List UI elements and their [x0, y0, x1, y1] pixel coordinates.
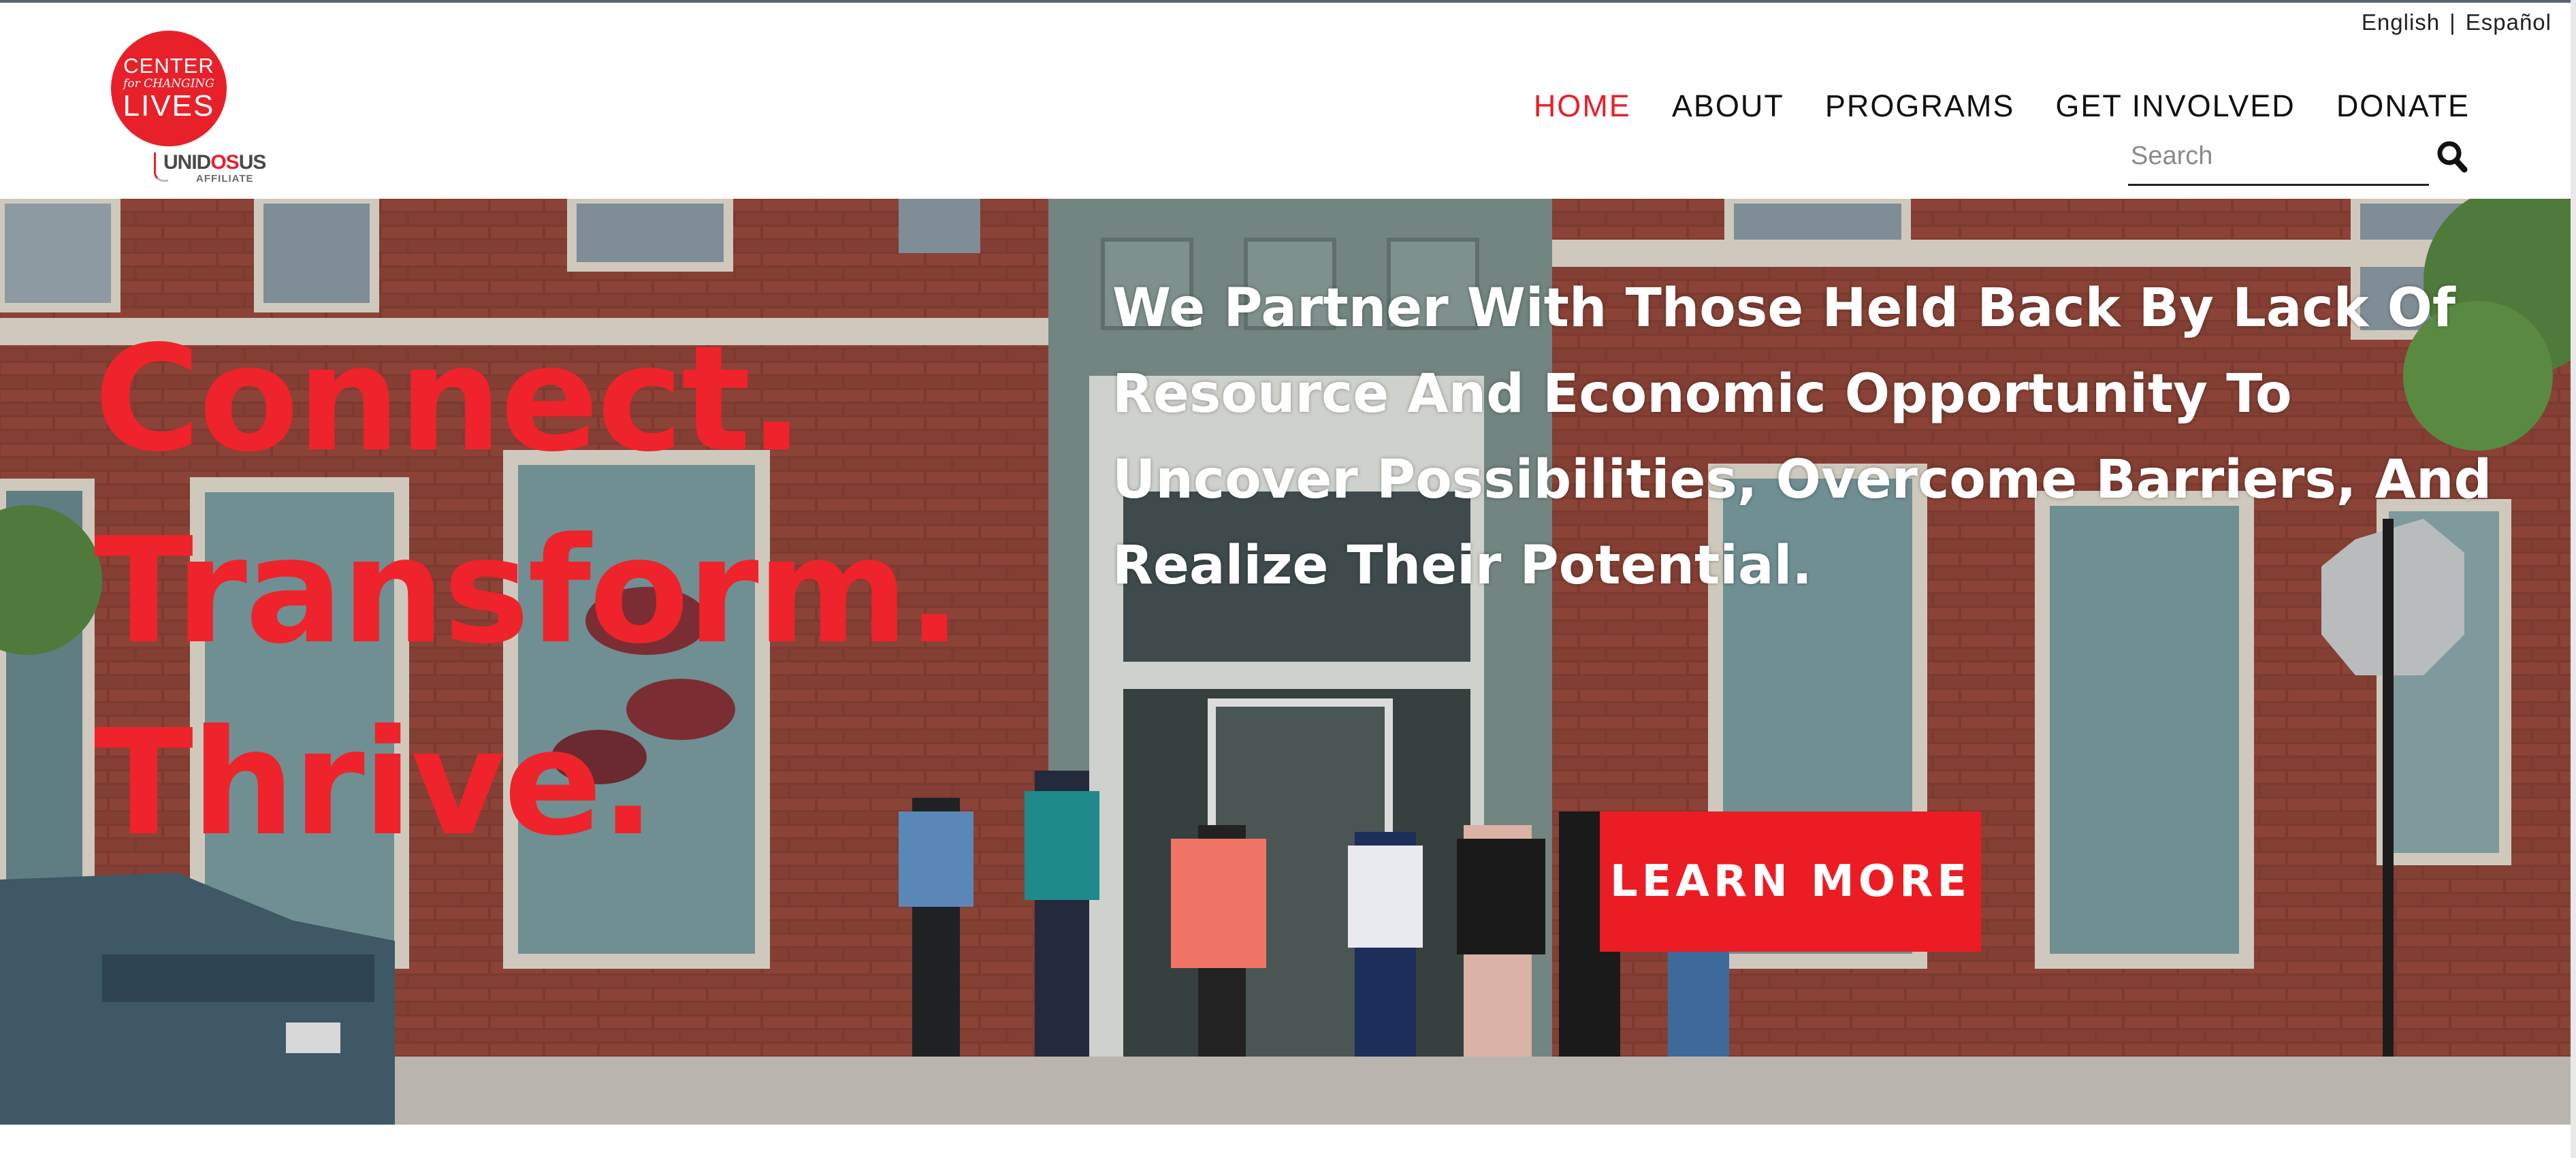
language-separator: | [2449, 10, 2456, 35]
scrollbar-track[interactable] [2571, 0, 2576, 1158]
search-input[interactable] [2128, 136, 2419, 176]
nav-get-involved[interactable]: GET INVOLVED [2055, 89, 2295, 124]
nav-programs[interactable]: PROGRAMS [1825, 89, 2015, 124]
site-logo[interactable]: CENTER for CHANGING LIVES [111, 31, 227, 146]
language-english-link[interactable]: English [2362, 10, 2440, 35]
language-spanish-link[interactable]: Español [2466, 10, 2551, 35]
logo-line-for-changing: for CHANGING [123, 77, 214, 91]
top-border [0, 0, 2576, 3]
nav-home[interactable]: HOME [1534, 89, 1631, 124]
nav-about[interactable]: ABOUT [1672, 89, 1784, 124]
learn-more-button[interactable]: LEARN MORE [1600, 811, 1981, 952]
tagline-transform: Transform. [94, 506, 962, 676]
logo-line-lives: LIVES [123, 89, 215, 123]
tagline-thrive: Thrive. [94, 698, 656, 868]
nav-donate[interactable]: DONATE [2336, 89, 2470, 124]
logo-line-center: CENTER [123, 54, 214, 78]
tagline-connect: Connect. [94, 315, 804, 484]
search-box [2128, 136, 2429, 186]
affiliate-brand: UNIDOSUS [163, 151, 266, 174]
unidosus-affiliate-logo: UNIDOSUS AFFILIATE [154, 151, 266, 185]
hero-tagline: Connect. Transform. Thrive. [94, 304, 962, 880]
search-icon[interactable] [2436, 138, 2468, 176]
hero-banner: Connect. Transform. Thrive. We Partner W… [0, 199, 2571, 1125]
main-nav: HOME ABOUT PROGRAMS GET INVOLVED DONATE [1493, 89, 2470, 124]
affiliate-label: AFFILIATE [196, 173, 254, 184]
language-switcher: English | Español [2362, 10, 2551, 35]
mission-statement: We Partner With Those Held Back By Lack … [1112, 278, 2492, 596]
